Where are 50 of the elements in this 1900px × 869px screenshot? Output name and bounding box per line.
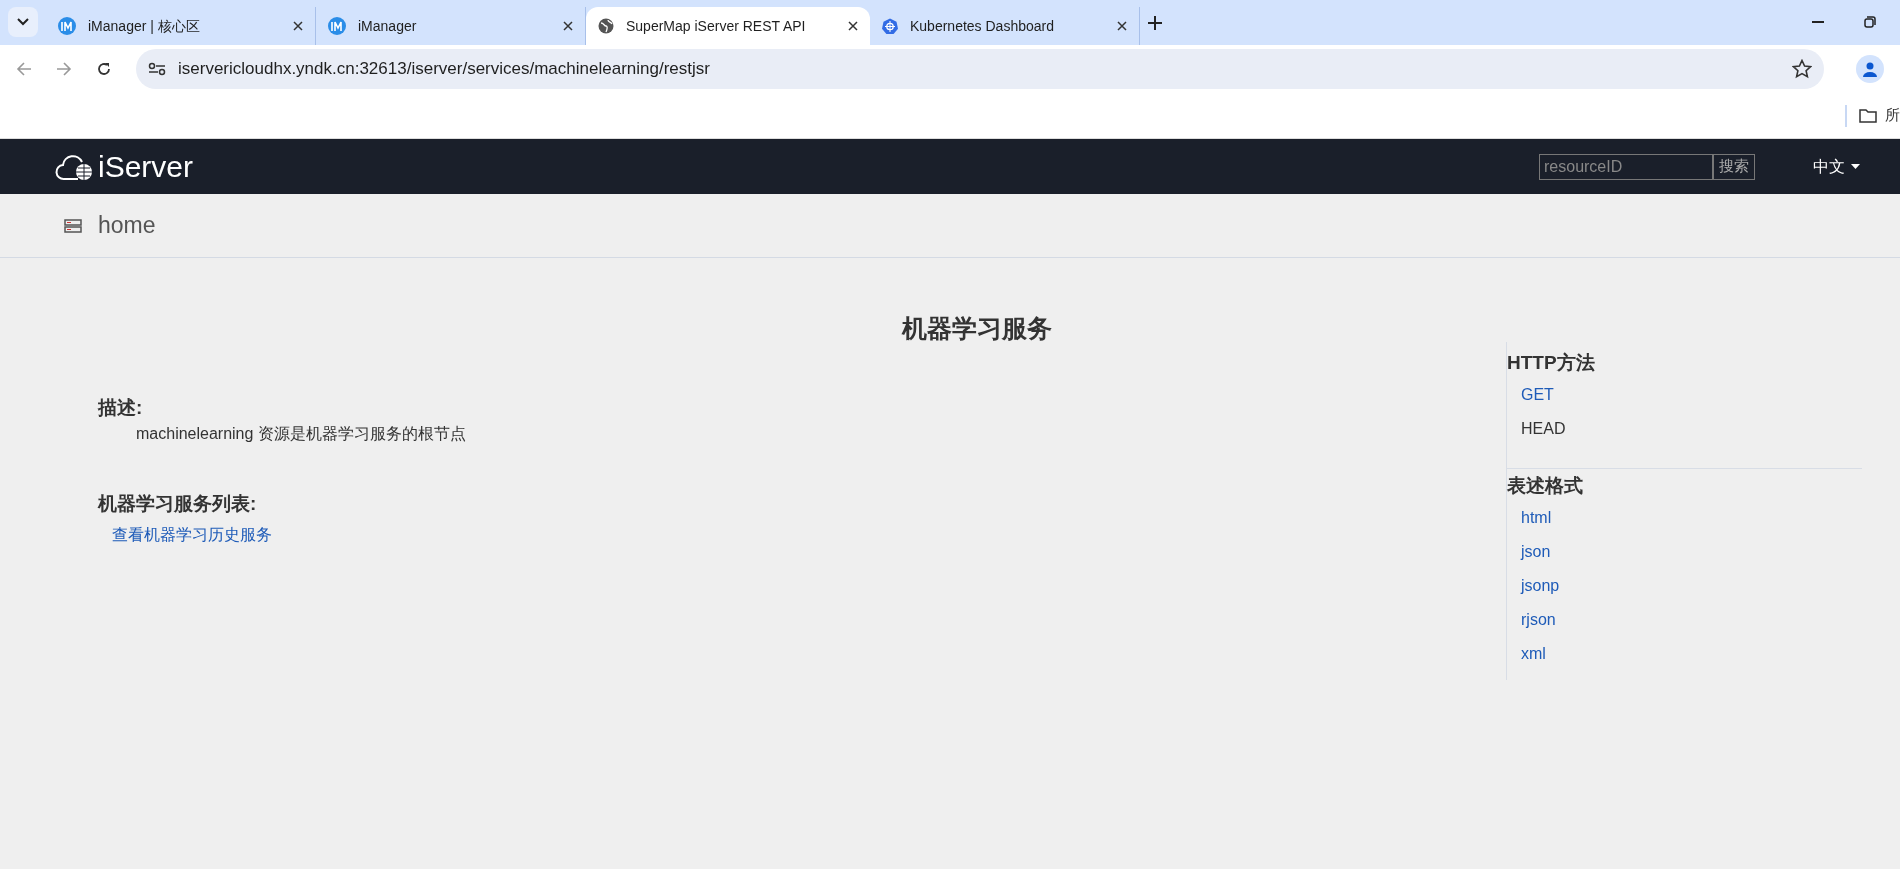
service-link[interactable]: 查看机器学习历史服务 (112, 522, 272, 547)
bookmark-folder[interactable]: 所 (1859, 104, 1900, 127)
close-icon[interactable] (293, 21, 303, 31)
sidebar-text: HEAD (1521, 419, 1566, 439)
reload-icon[interactable] (96, 61, 112, 77)
list-heading: 机器学习服务列表: (98, 492, 258, 516)
chevron-down-icon (17, 17, 29, 26)
tab-title: iManager | 核心区 (88, 16, 201, 36)
close-icon[interactable] (563, 21, 573, 31)
globe-icon (598, 18, 614, 34)
site-settings-icon[interactable] (148, 62, 166, 76)
star-icon[interactable] (1792, 59, 1812, 79)
sidebar-link[interactable]: html (1521, 501, 1552, 535)
sidebar-link[interactable]: xml (1521, 637, 1546, 671)
sidebar-link[interactable]: jsonp (1521, 569, 1560, 603)
tab-title: Kubernetes Dashboard (910, 16, 1055, 36)
resource-id-field[interactable]: resourceID (1539, 153, 1713, 180)
close-icon[interactable] (848, 21, 858, 31)
back-icon[interactable] (16, 61, 32, 77)
browser-tab[interactable]: SuperMap iServer REST API (586, 7, 870, 45)
forward-icon[interactable] (56, 61, 72, 77)
language-dropdown[interactable]: 中文 (1813, 154, 1860, 179)
sidebar-link[interactable]: rjson (1521, 603, 1556, 637)
breadcrumb-home[interactable]: home (98, 208, 156, 243)
logo-text: iServer (98, 151, 194, 182)
helm-wheel-icon (882, 18, 898, 34)
server-icon (64, 218, 82, 233)
new-tab-button[interactable] (1148, 15, 1162, 30)
tab-list-button[interactable] (8, 6, 38, 37)
folder-icon (1859, 108, 1877, 123)
sidebar-link[interactable]: json (1521, 535, 1551, 569)
tab-title: iManager (358, 16, 418, 36)
profile-avatar[interactable] (1856, 55, 1884, 83)
plus-icon (1148, 15, 1162, 30)
url-text: iservericloudhx.yndk.cn:32613/iserver/services/machinelearning/restjsr (178, 58, 710, 81)
close-icon[interactable] (1117, 21, 1127, 31)
imanager-logo-icon (58, 17, 76, 35)
address-bar[interactable]: iservericloudhx.yndk.cn:32613/iserver/services/machinelearning/restjsr (136, 49, 1824, 89)
description-heading: 描述: (98, 395, 144, 420)
person-icon (1862, 61, 1878, 77)
description-text: machinelearning 资源是机器学习服务的根节点 (135, 424, 467, 444)
restore-icon[interactable] (1864, 16, 1876, 28)
sidebar-heading: 表述格式 (1507, 474, 1584, 498)
sidebar-link[interactable]: GET (1521, 378, 1554, 412)
sidebar-heading: HTTP方法 (1507, 351, 1596, 375)
caret-icon (1851, 164, 1860, 169)
search-button[interactable]: 搜索 (1713, 153, 1755, 180)
imanager-logo-icon (328, 17, 346, 35)
page-title: 机器学习服务 (900, 313, 1053, 344)
tab-title: SuperMap iServer REST API (626, 16, 807, 36)
